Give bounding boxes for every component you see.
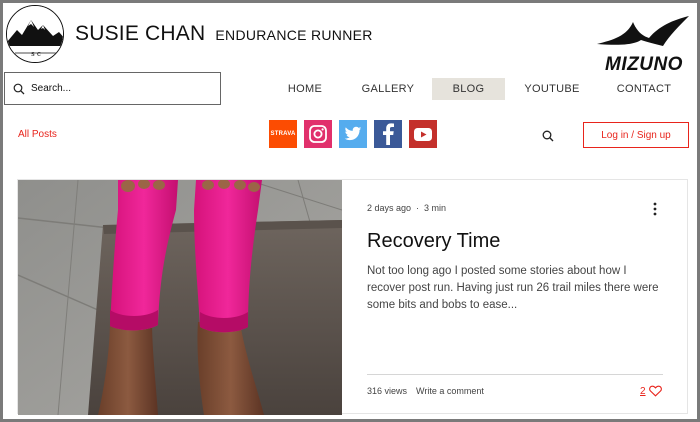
brand-logo-text: MIZUNO [605,54,683,74]
post-cover-image[interactable] [18,180,342,415]
facebook-f-glyph [383,123,394,145]
blog-post-card[interactable]: 2 days ago · 3 min Recovery Time Not too l… [17,179,688,415]
youtube-play-glyph [414,127,432,141]
post-excerpt[interactable]: Not too long ago I posted some stories a… [367,263,667,314]
twitter-bird-glyph [344,126,362,141]
meta-separator: · [416,203,420,213]
nav-item-blog[interactable]: BLOG [432,78,505,100]
youtube-icon[interactable] [409,120,437,148]
post-photo [18,180,342,415]
facebook-icon[interactable] [374,120,402,148]
likes[interactable]: 2 [640,385,662,397]
search-icon [13,83,25,94]
svg-text:s c: s c [31,50,41,58]
search-bar[interactable] [4,72,221,105]
twitter-icon[interactable] [339,120,367,148]
instagram-icon[interactable] [304,120,332,148]
nav-item-contact[interactable]: CONTACT [606,78,682,100]
instagram-glyph [309,125,327,143]
post-views: 316 views [367,386,408,396]
strava-label: STRAVA [270,131,296,137]
nav-item-youtube[interactable]: YOUTUBE [515,78,589,100]
post-date: 2 days ago [367,203,412,213]
login-signup-button[interactable]: Log in / Sign up [583,122,689,148]
post-title[interactable]: Recovery Time [367,230,500,253]
like-count: 2 [640,385,646,397]
card-divider [367,374,663,375]
all-posts-link[interactable]: All Posts [18,129,57,140]
more-options-icon[interactable] [651,202,659,216]
site-title-subtitle: ENDURANCE RUNNER [215,27,373,43]
post-read-time: 3 min [424,203,447,213]
site-logo[interactable]: s c [6,5,64,63]
nav-item-gallery[interactable]: GALLERY [350,78,426,100]
heart-icon[interactable] [648,385,662,397]
sponsor-logo[interactable]: MIZUNO [593,14,695,75]
mountain-logo-icon: s c [7,6,63,62]
nav-item-home[interactable]: HOME [272,78,338,100]
site-title[interactable]: SUSIE CHAN ENDURANCE RUNNER [75,22,373,46]
post-meta: 2 days ago · 3 min [367,203,446,213]
mizuno-logo-icon: MIZUNO [597,16,689,75]
search-input[interactable] [31,83,201,94]
blog-search-icon[interactable] [542,130,554,142]
site-title-name: SUSIE CHAN [75,22,206,45]
strava-icon[interactable]: STRAVA [269,120,297,148]
write-comment-link[interactable]: Write a comment [416,386,484,396]
